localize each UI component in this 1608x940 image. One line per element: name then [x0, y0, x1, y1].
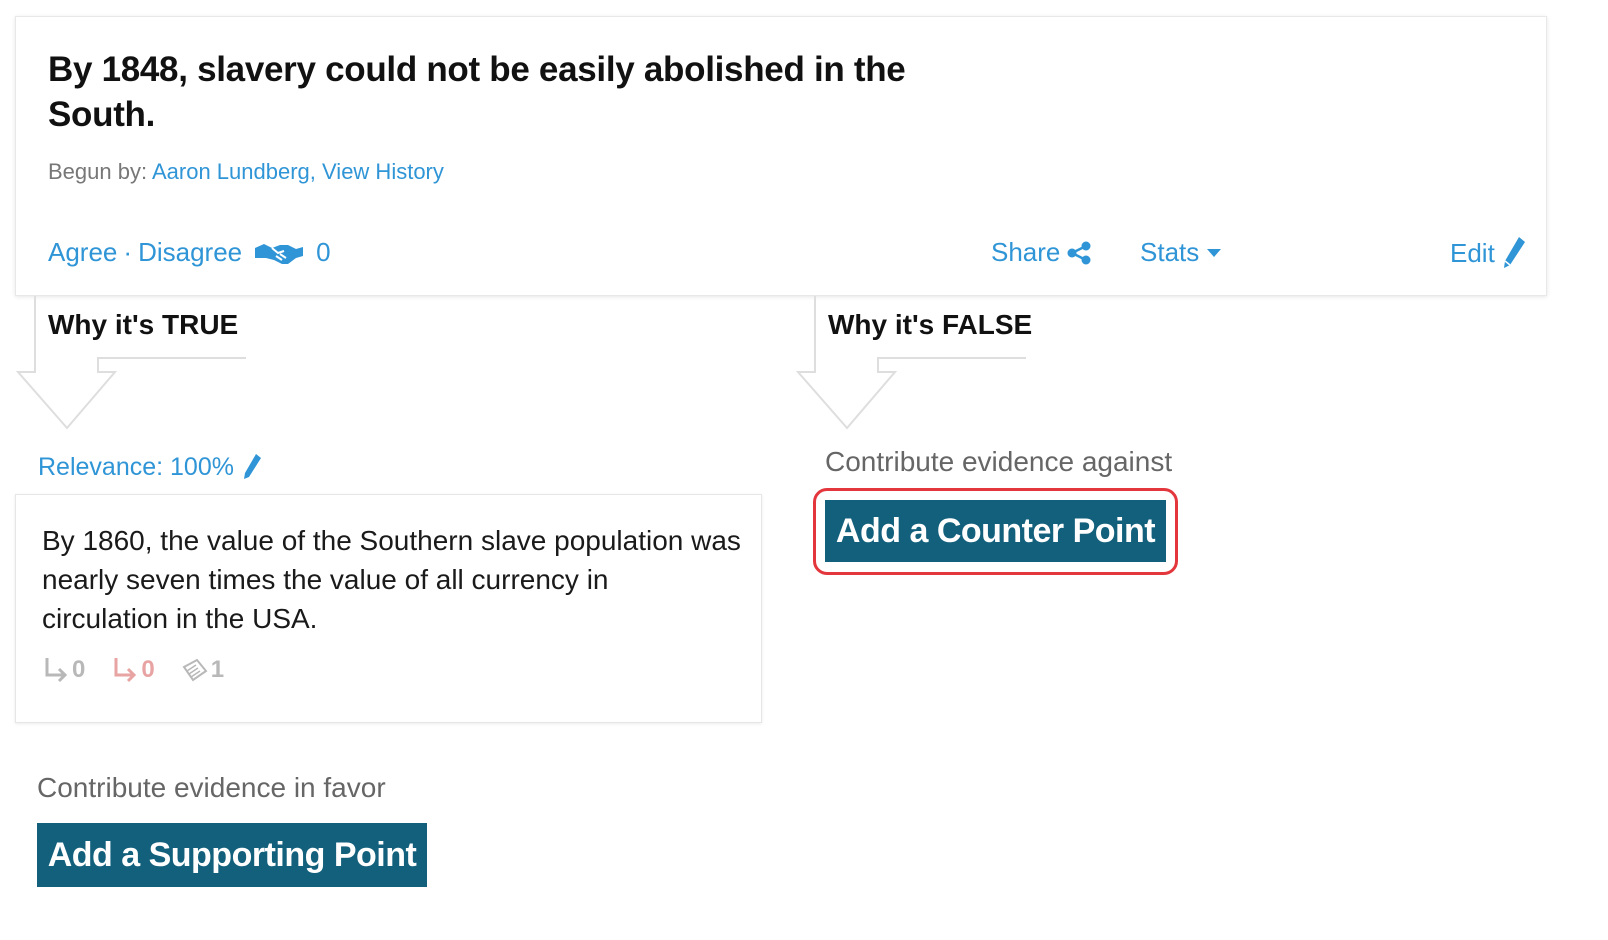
- view-history-link[interactable]: View History: [322, 159, 444, 184]
- chevron-down-icon: [1207, 248, 1222, 257]
- claim-title: By 1848, slavery could not be easily abo…: [48, 50, 906, 134]
- edit-label: Edit: [1450, 237, 1495, 268]
- disagree-link[interactable]: Disagree: [138, 237, 242, 268]
- claim-meta: Begun by: Aaron Lundberg, View History: [48, 159, 444, 185]
- counter-count-stat: 0: [111, 655, 155, 685]
- add-counter-point-button[interactable]: Add a Counter Point: [825, 500, 1166, 562]
- agree-link[interactable]: Agree: [48, 237, 117, 268]
- share-button[interactable]: Share: [991, 237, 1092, 268]
- pencil-icon: [243, 454, 261, 479]
- author-link[interactable]: Aaron Lundberg: [152, 159, 310, 184]
- point-text: By 1860, the value of the Southern slave…: [42, 525, 741, 634]
- supporting-point-card[interactable]: By 1860, the value of the Southern slave…: [15, 494, 762, 723]
- counter-count: 0: [141, 656, 155, 683]
- share-label: Share: [991, 237, 1061, 267]
- false-heading: Why it's FALSE: [828, 309, 1033, 340]
- vote-separator: ·: [123, 237, 133, 267]
- claim-card: By 1848, slavery could not be easily abo…: [15, 16, 1547, 296]
- contribute-against-label: Contribute evidence against: [825, 446, 1173, 477]
- pencil-icon: [1503, 237, 1525, 268]
- support-count: 0: [72, 656, 86, 683]
- source-count-stat: 1: [181, 655, 224, 685]
- meta-separator: ,: [309, 159, 316, 184]
- point-stats: 0 0 1: [42, 655, 250, 685]
- support-arrow-icon: [45, 658, 68, 683]
- book-icon: [182, 658, 208, 682]
- add-supporting-point-button[interactable]: Add a Supporting Point: [37, 823, 427, 887]
- begun-by-label: Begun by:: [48, 159, 148, 184]
- true-heading: Why it's TRUE: [48, 309, 239, 340]
- source-count: 1: [210, 656, 225, 683]
- stats-dropdown[interactable]: Stats: [1140, 237, 1222, 268]
- counter-arrow-icon: [114, 658, 137, 683]
- handshake-icon: [255, 243, 304, 264]
- relevance-label: Relevance: 100%: [38, 452, 234, 481]
- agree-count: 0: [316, 237, 331, 267]
- page: By 1848, slavery could not be easily abo…: [0, 0, 1608, 940]
- vote-actions: Agree · Disagree 0: [48, 237, 331, 268]
- stats-label: Stats: [1140, 237, 1200, 267]
- support-count-stat: 0: [42, 655, 85, 685]
- contribute-in-favor-label: Contribute evidence in favor: [37, 772, 386, 803]
- edit-button[interactable]: Edit: [1450, 235, 1527, 271]
- share-icon: [1067, 241, 1091, 264]
- relevance-edit[interactable]: Relevance: 100%: [38, 452, 262, 482]
